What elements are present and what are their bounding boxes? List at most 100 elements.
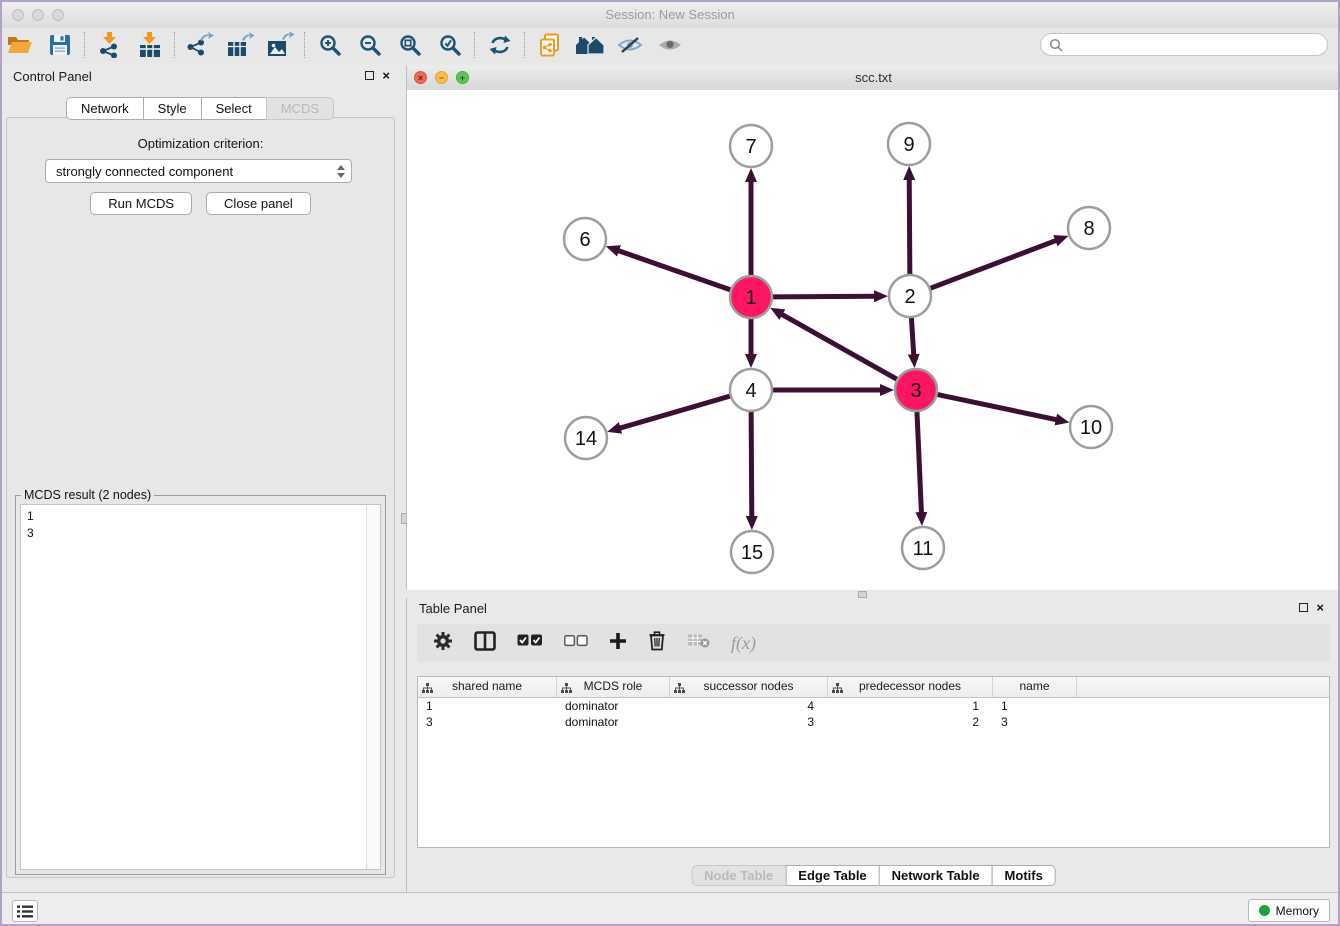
graph-node-1[interactable]: 1 xyxy=(730,276,772,318)
task-history-button[interactable] xyxy=(12,900,38,922)
network-canvas[interactable]: 7 9 6 8 1 2 4 3 14 10 15 11 xyxy=(407,90,1340,590)
table-cell[interactable]: 3 xyxy=(670,714,828,730)
show-hidden-button[interactable] xyxy=(650,30,690,60)
graph-node-2[interactable]: 2 xyxy=(889,275,931,317)
status-bar: Memory xyxy=(0,892,1340,926)
column-label: MCDS role xyxy=(584,679,643,693)
table-cell[interactable]: 1 xyxy=(828,698,993,714)
tab-edge-table[interactable]: Edge Table xyxy=(785,865,879,886)
export-network-button[interactable] xyxy=(180,30,220,60)
hide-selected-button[interactable] xyxy=(610,30,650,60)
network-window-titlebar[interactable]: × − + scc.txt xyxy=(407,66,1340,91)
table-cell[interactable]: 1 xyxy=(418,698,557,714)
delete-table-button[interactable] xyxy=(687,633,710,653)
table-panel-tabs: Node TableEdge TableNetwork TableMotifs xyxy=(691,865,1056,886)
trash-icon xyxy=(648,630,666,651)
graph-node-8[interactable]: 8 xyxy=(1068,207,1110,249)
table-row[interactable]: 1dominator411 xyxy=(418,698,1329,714)
optimization-criterion-select[interactable]: strongly connected component xyxy=(45,159,352,183)
table-cell[interactable]: 4 xyxy=(670,698,828,714)
refresh-button[interactable] xyxy=(480,30,520,60)
graph-node-15[interactable]: 15 xyxy=(731,531,773,573)
delete-column-button[interactable] xyxy=(648,630,666,656)
graph-edge-1-2[interactable] xyxy=(773,296,876,297)
table-cell[interactable]: 3 xyxy=(993,714,1077,730)
table-cell[interactable]: 2 xyxy=(828,714,993,730)
show-all-nodes-button[interactable] xyxy=(570,30,610,60)
column-header-predecessor-nodes[interactable]: predecessor nodes xyxy=(828,677,993,697)
function-builder-button[interactable]: f(x) xyxy=(731,633,756,654)
graph-node-3[interactable]: 3 xyxy=(895,369,937,411)
table-settings-button[interactable] xyxy=(433,631,453,656)
export-table-button[interactable] xyxy=(220,30,260,60)
result-scrollbar[interactable] xyxy=(366,505,380,869)
tab-mcds[interactable]: MCDS xyxy=(266,97,334,120)
zoom-selected-button[interactable] xyxy=(430,30,470,60)
deselect-all-columns-button[interactable] xyxy=(564,634,588,652)
table-cell[interactable]: dominator xyxy=(557,714,670,730)
export-image-button[interactable] xyxy=(260,30,300,60)
graph-edge-4-15[interactable] xyxy=(751,412,752,518)
tab-style[interactable]: Style xyxy=(143,97,202,120)
tab-motifs[interactable]: Motifs xyxy=(992,865,1056,886)
graph-edge-1-6[interactable] xyxy=(617,250,730,290)
table-cell[interactable]: dominator xyxy=(557,698,670,714)
graph-node-14[interactable]: 14 xyxy=(565,417,607,459)
zoom-fit-button[interactable] xyxy=(390,30,430,60)
column-header-name[interactable]: name xyxy=(993,677,1077,697)
table-cell[interactable]: 1 xyxy=(993,698,1077,714)
graph-node-6[interactable]: 6 xyxy=(564,218,606,260)
graph-node-11[interactable]: 11 xyxy=(902,527,944,569)
memory-button[interactable]: Memory xyxy=(1248,899,1330,922)
search-input[interactable] xyxy=(1068,37,1319,53)
column-header-successor-nodes[interactable]: successor nodes xyxy=(670,677,828,697)
graph-edge-2-8[interactable] xyxy=(931,240,1058,288)
close-panel-icon[interactable]: × xyxy=(382,70,390,81)
run-mcds-button[interactable]: Run MCDS xyxy=(90,192,192,215)
main-toolbar xyxy=(0,28,1340,63)
graph-edge-4-14[interactable] xyxy=(619,396,730,428)
graph-edge-3-10[interactable] xyxy=(938,395,1058,420)
search-field[interactable] xyxy=(1040,33,1328,56)
search-icon xyxy=(1049,38,1063,52)
checked-boxes-icon xyxy=(517,634,543,647)
table-cell[interactable]: 3 xyxy=(418,714,557,730)
graph-edge-3-1[interactable] xyxy=(781,314,897,380)
import-network-button[interactable] xyxy=(90,30,130,60)
graph-node-10[interactable]: 10 xyxy=(1070,406,1112,448)
column-label: predecessor nodes xyxy=(859,679,961,693)
horizontal-splitter[interactable] xyxy=(406,590,1340,598)
tab-network[interactable]: Network xyxy=(66,97,144,120)
mcds-result-textarea[interactable]: 13 xyxy=(20,504,381,870)
graph-node-4[interactable]: 4 xyxy=(730,369,772,411)
column-header-MCDS-role[interactable]: MCDS role xyxy=(557,677,670,697)
close-panel-icon[interactable]: × xyxy=(1316,602,1324,613)
select-all-columns-button[interactable] xyxy=(517,634,543,652)
toolbar-separator xyxy=(474,32,476,58)
zoom-in-button[interactable] xyxy=(310,30,350,60)
column-header-shared-name[interactable]: shared name xyxy=(418,677,557,697)
splitter-handle[interactable] xyxy=(858,591,867,598)
tab-node-table[interactable]: Node Table xyxy=(691,865,786,886)
graph-node-9[interactable]: 9 xyxy=(888,123,930,165)
graph-edge-3-11[interactable] xyxy=(917,412,922,514)
graph-edge-2-3[interactable] xyxy=(911,318,913,356)
control-panel-tabs: NetworkStyleSelectMCDS xyxy=(66,97,334,120)
import-table-button[interactable] xyxy=(130,30,170,60)
table-body: 1dominator4113dominator323 xyxy=(418,698,1329,730)
zoom-out-button[interactable] xyxy=(350,30,390,60)
graph-node-7[interactable]: 7 xyxy=(730,125,772,167)
float-panel-icon[interactable] xyxy=(365,71,374,80)
graph-edge-2-9[interactable] xyxy=(909,178,910,274)
tab-network-table[interactable]: Network Table xyxy=(879,865,993,886)
create-column-button[interactable] xyxy=(609,632,627,655)
close-panel-button[interactable]: Close panel xyxy=(206,192,311,215)
show-columns-button[interactable] xyxy=(474,631,496,656)
float-panel-icon[interactable] xyxy=(1299,603,1308,612)
save-session-button[interactable] xyxy=(40,30,80,60)
table-row[interactable]: 3dominator323 xyxy=(418,714,1329,730)
open-session-button[interactable] xyxy=(0,30,40,60)
clone-network-button[interactable] xyxy=(530,30,570,60)
tab-select[interactable]: Select xyxy=(201,97,267,120)
mcds-result-group: MCDS result (2 nodes) 13 xyxy=(15,495,386,875)
